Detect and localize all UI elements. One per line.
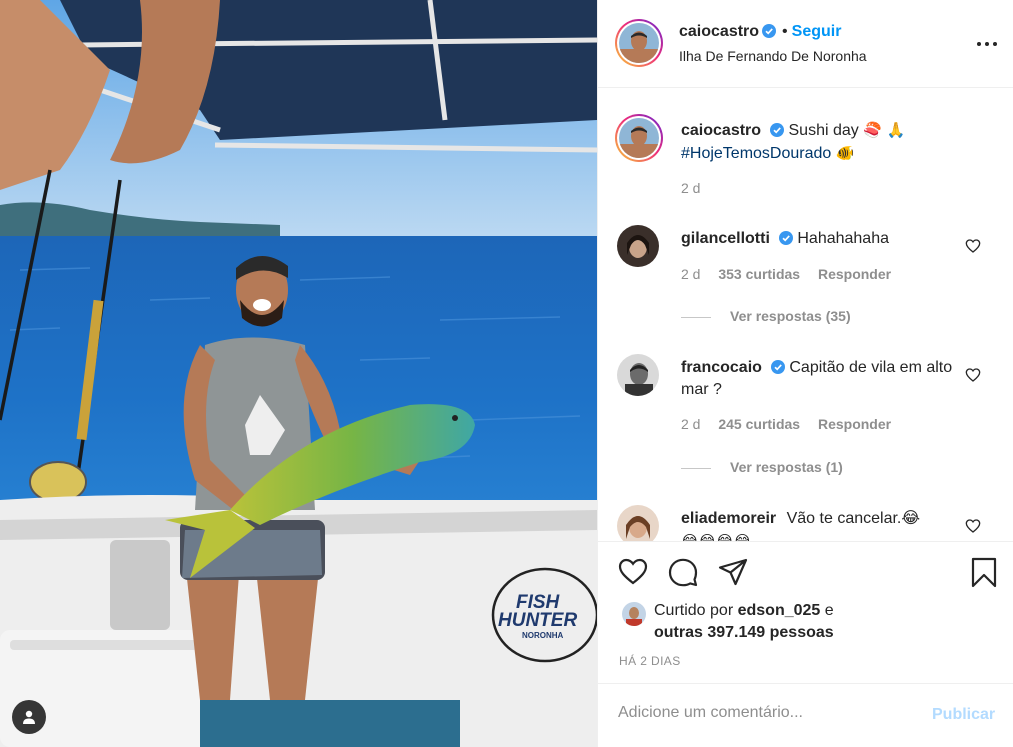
post-header: caiocastro • Seguir Ilha De Fernando De No…	[598, 0, 1013, 88]
comment-time[interactable]: 2 d	[681, 266, 700, 282]
comment-likes-count[interactable]: 353 curtidas	[718, 266, 800, 282]
author-avatar-photo	[619, 23, 659, 63]
likes-text: Curtido por edson_025 e outras 397.149 p…	[654, 600, 834, 644]
liked-by-and: e	[824, 602, 834, 619]
caption-username[interactable]: caiocastro	[681, 122, 761, 139]
comments-list[interactable]: caiocastro Sushi day 🍣 🙏 #HojeTemosDoura…	[598, 89, 1013, 541]
comment-like-heart-icon[interactable]	[965, 238, 981, 254]
share-icon[interactable]	[717, 556, 749, 588]
comment-meta: 2 d 245 curtidas Responder	[681, 416, 905, 432]
comment-text: francocaio Capitão de vila em alto mar ?	[681, 357, 961, 401]
reply-button[interactable]: Responder	[818, 266, 891, 282]
comment-username[interactable]: francocaio	[681, 359, 762, 376]
liked-by-others[interactable]: outras 397.149 pessoas	[654, 624, 834, 641]
commenter-avatar-photo	[617, 225, 659, 267]
comment-username[interactable]: gilancellotti	[681, 230, 770, 247]
comment-username[interactable]: eliademoreir	[681, 510, 776, 527]
verified-badge-icon	[778, 231, 793, 245]
comment-like-heart-icon[interactable]	[965, 367, 981, 383]
caption-emojis: 🍣 🙏	[863, 121, 906, 139]
caption-text: caiocastro Sushi day 🍣 🙏 #HojeTemosDoura…	[681, 119, 961, 165]
caption-avatar-photo	[619, 118, 659, 158]
post-actions: Curtido por edson_025 e outras 397.149 p…	[598, 541, 1013, 747]
commenter-avatar[interactable]	[617, 505, 659, 541]
comment-likes-count[interactable]: 245 curtidas	[718, 416, 800, 432]
boat-logo-noronha: NORONHA	[522, 631, 564, 640]
comment-time[interactable]: 2 d	[681, 416, 700, 432]
comment-meta: 2 d 353 curtidas Responder	[681, 266, 905, 282]
liker-avatar-photo	[622, 602, 646, 626]
comment-text: eliademoreir Vão te cancelar.😂 😂😂😂😂	[681, 508, 961, 541]
replies-divider	[681, 467, 711, 469]
follow-button[interactable]: Seguir	[792, 23, 842, 40]
caption-avatar[interactable]	[615, 114, 663, 162]
add-comment-section: Publicar	[598, 683, 1013, 747]
separator-dot: •	[782, 23, 788, 40]
comment-body: Vão te cancelar.😂	[786, 510, 921, 527]
comment-body-cont: 😂😂😂😂	[681, 532, 752, 541]
post-photo: FISH HUNTER NORONHA	[0, 0, 597, 747]
verified-badge-icon	[770, 123, 785, 137]
caption-time[interactable]: 2 d	[681, 180, 700, 196]
heart-icon[interactable]	[617, 556, 649, 588]
boat-logo-hunter: HUNTER	[498, 610, 577, 631]
author-username[interactable]: caiocastro	[679, 23, 759, 40]
liker-avatar[interactable]	[622, 602, 646, 626]
header-title-row: caiocastro • Seguir	[679, 23, 841, 41]
commenter-avatar-photo	[617, 505, 659, 541]
comment-like-heart-icon[interactable]	[965, 518, 981, 534]
comment-text: gilancellotti Hahahahaha	[681, 228, 961, 250]
caption-body: Sushi day	[788, 122, 859, 139]
bookmark-icon[interactable]	[968, 556, 1000, 588]
post-time-ago[interactable]: HÁ 2 DIAS	[619, 654, 681, 668]
reply-button[interactable]: Responder	[818, 416, 891, 432]
comment-icon[interactable]	[667, 556, 699, 588]
comment-input[interactable]	[618, 704, 918, 722]
post-details-panel: caiocastro • Seguir Ilha De Fernando De No…	[597, 0, 1013, 747]
more-options-icon[interactable]	[976, 38, 998, 50]
commenter-avatar-photo	[617, 354, 659, 396]
author-avatar[interactable]	[615, 19, 663, 67]
liked-by-prefix: Curtido por	[654, 602, 734, 619]
view-replies-label: Ver respostas (1)	[730, 459, 843, 475]
comment-body: Hahahahaha	[797, 230, 889, 247]
caption-meta: 2 d	[681, 180, 714, 196]
commenter-avatar[interactable]	[617, 225, 659, 267]
view-replies-label: Ver respostas (35)	[730, 308, 851, 324]
post-image[interactable]: FISH HUNTER NORONHA	[0, 0, 597, 747]
liked-by-user[interactable]: edson_025	[738, 602, 821, 619]
user-tag-icon[interactable]	[12, 700, 46, 734]
caption-hashtag[interactable]: #HojeTemosDourado	[681, 145, 831, 162]
replies-divider	[681, 316, 711, 318]
verified-badge-icon	[762, 24, 777, 38]
view-replies-button[interactable]: Ver respostas (1)	[681, 459, 843, 475]
commenter-avatar[interactable]	[617, 354, 659, 396]
location-link[interactable]: Ilha De Fernando De Noronha	[679, 48, 867, 64]
publish-button[interactable]: Publicar	[932, 706, 995, 724]
view-replies-button[interactable]: Ver respostas (35)	[681, 308, 851, 324]
verified-badge-icon	[770, 360, 785, 374]
caption-hashtag-emoji: 🐠	[835, 144, 855, 162]
user-tag-glyph	[23, 710, 35, 724]
